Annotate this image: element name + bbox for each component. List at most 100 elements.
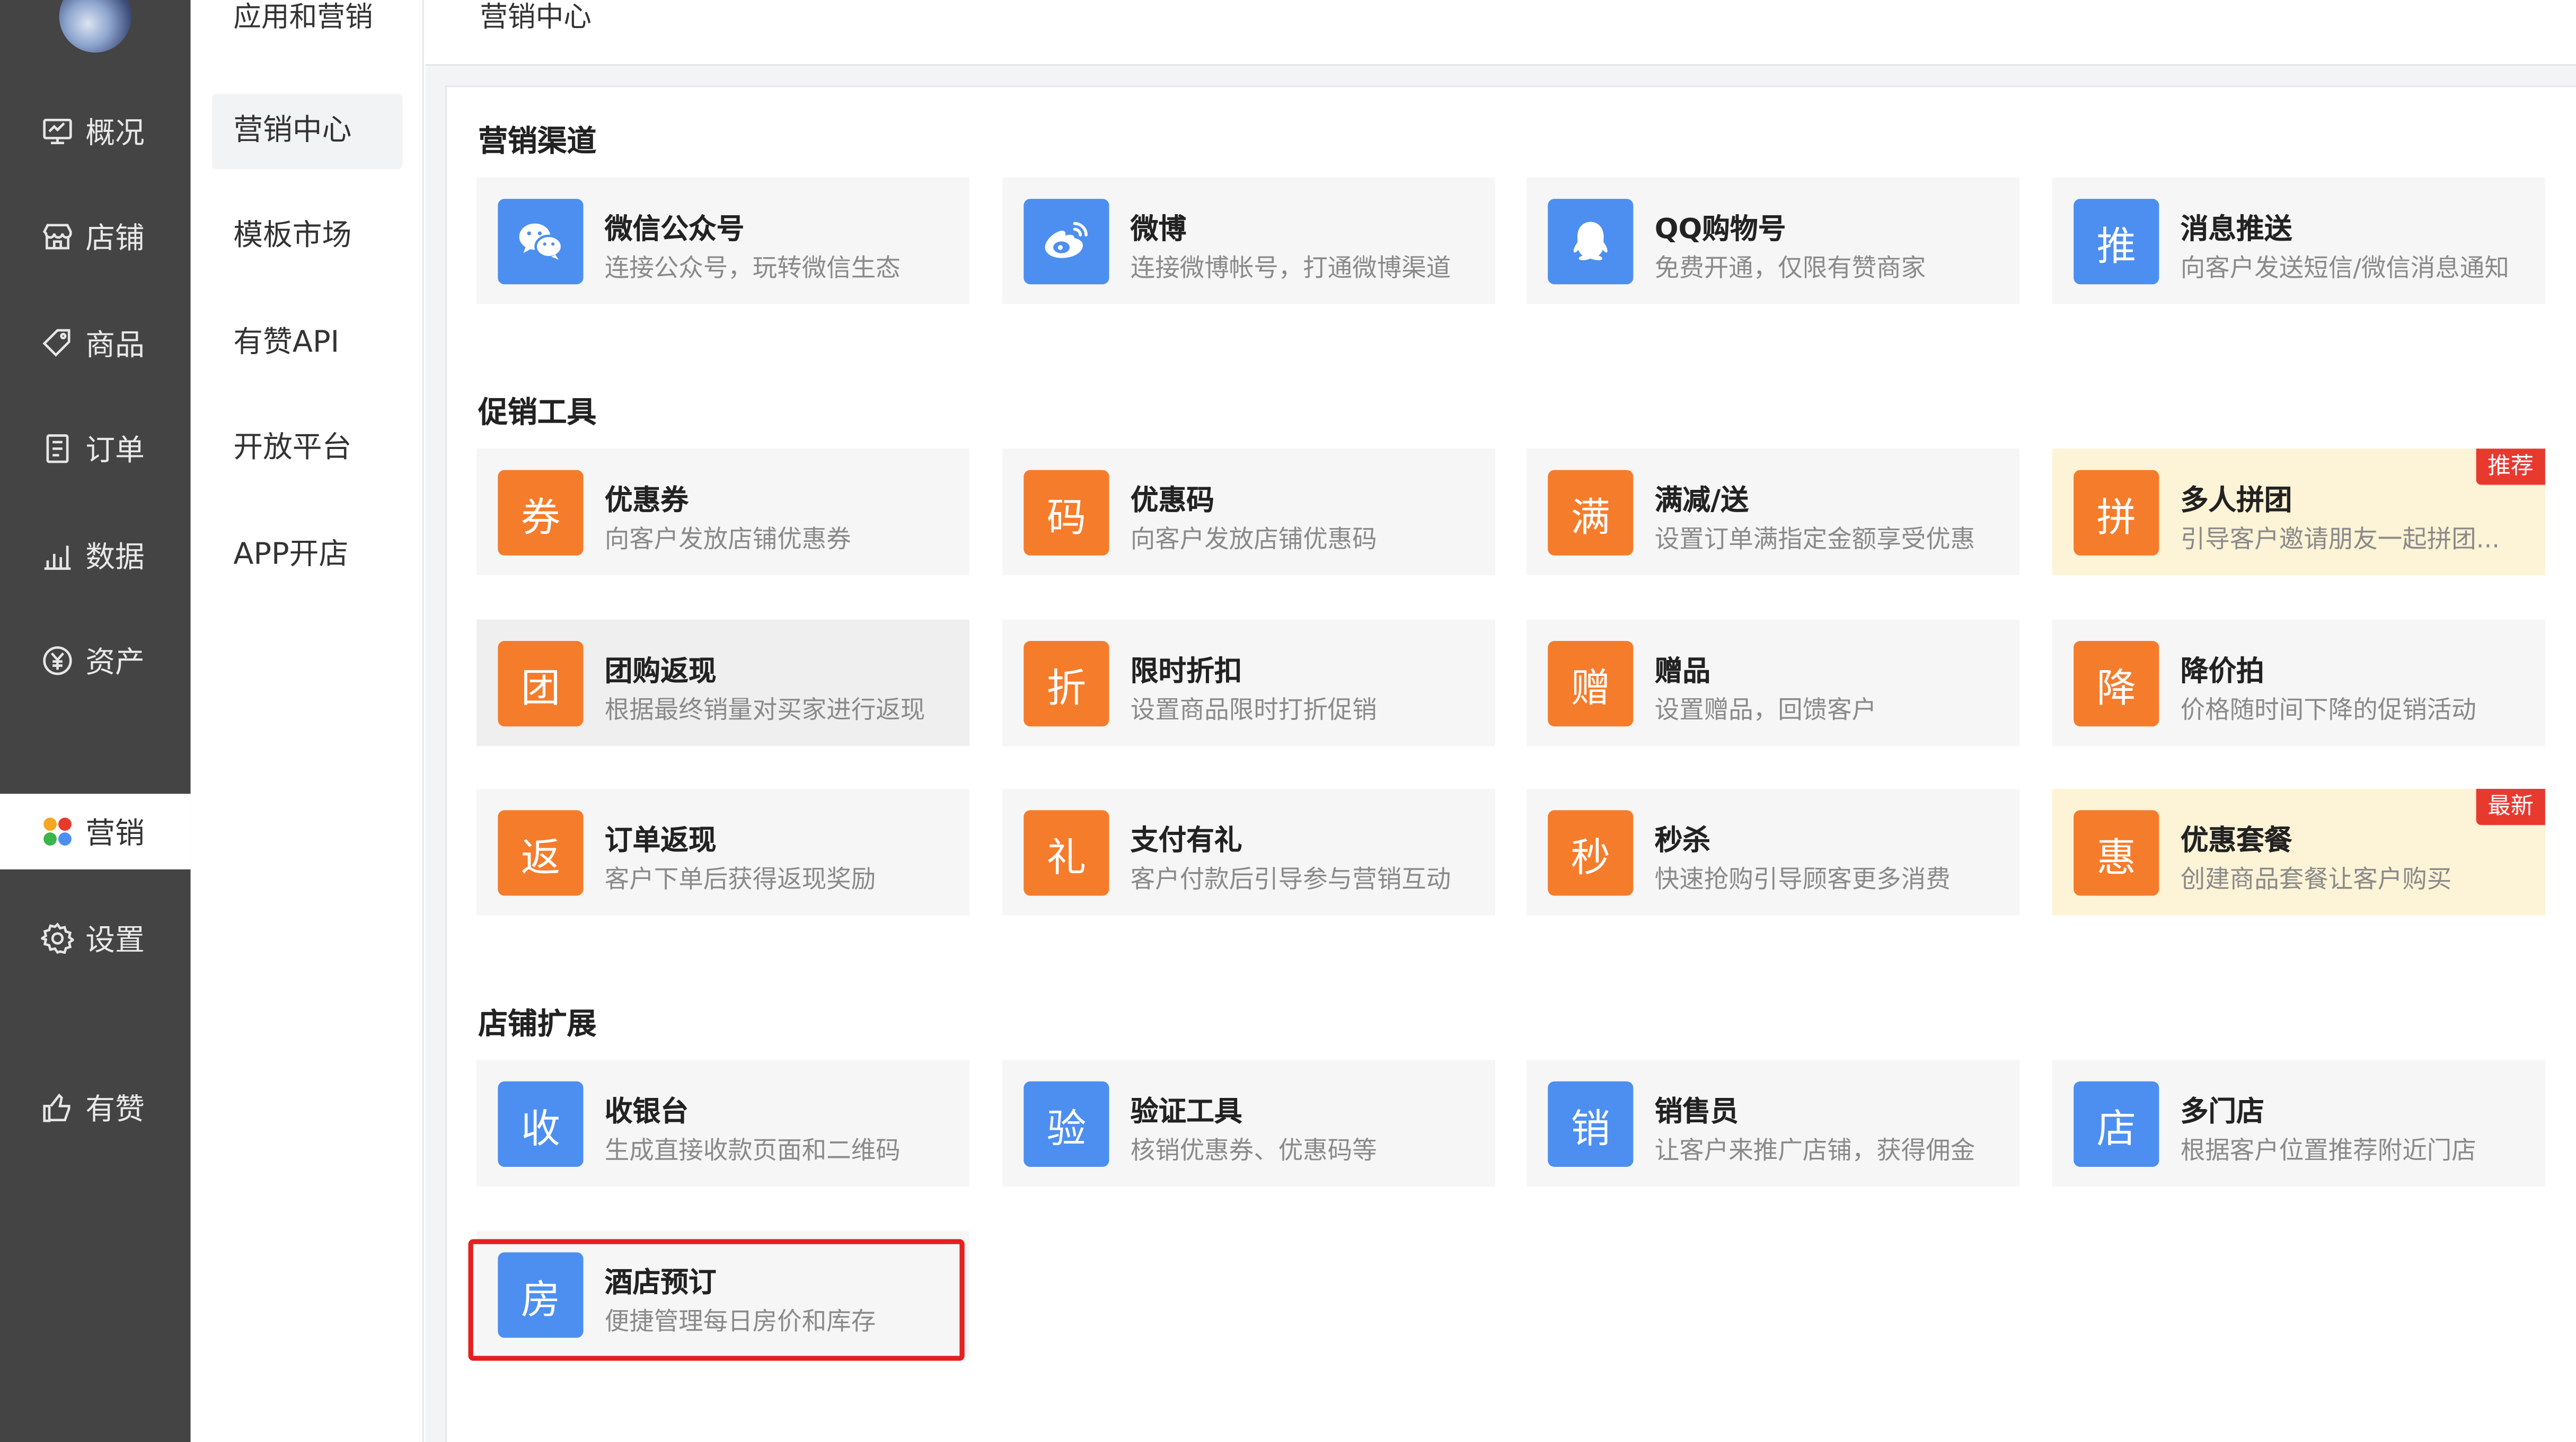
card-name: 赠品 <box>1654 655 1711 689</box>
main-content: 营销渠道 促销工具 店铺扩展 微信公众号 连接公众号，玩转微信生态 微博 连接微… <box>425 66 2576 1442</box>
subnav-item-template-market[interactable]: 模板市场 <box>212 199 403 275</box>
card-glyph: 店 <box>2074 1081 2159 1167</box>
bar-chart-icon <box>41 539 74 572</box>
card-glyph: 推 <box>2074 199 2159 285</box>
subnav-item-open-platform[interactable]: 开放平台 <box>212 411 403 487</box>
subnav-item-marketing-center[interactable]: 营销中心 <box>211 93 403 170</box>
card-price-drop-auction[interactable]: 降 降价拍 价格随时间下降的促销活动 <box>2052 619 2545 746</box>
nav-item-label: 概况 <box>85 117 145 152</box>
nav-item-assets[interactable]: 资产 <box>0 623 191 699</box>
card-desc: 客户下单后获得返现奖励 <box>604 864 876 894</box>
nav-item-settings[interactable]: 设置 <box>0 901 191 977</box>
card-qq-shopping[interactable]: QQ购物号 免费开通，仅限有赞商家 <box>1526 177 2019 304</box>
document-icon <box>41 432 74 465</box>
card-name: 优惠券 <box>604 485 689 518</box>
tag-icon <box>41 327 74 360</box>
nav-item-label: 设置 <box>85 924 145 959</box>
card-desc: 生成直接收款页面和二维码 <box>604 1136 901 1165</box>
main-sidebar: 概况 店铺 商品 订单 数据 资产 营销 设置 有赞 <box>0 0 191 1442</box>
card-glyph: 收 <box>498 1081 584 1167</box>
card-glyph: 降 <box>2074 641 2159 727</box>
subnav-title: 应用和营销 <box>233 2 373 35</box>
card-name: 降价拍 <box>2180 655 2264 689</box>
nav-item-overview[interactable]: 概况 <box>0 94 191 170</box>
nav-item-goods[interactable]: 商品 <box>0 306 191 382</box>
nav-item-store[interactable]: 店铺 <box>0 199 191 275</box>
nav-item-label: 商品 <box>85 329 145 364</box>
section-title-extensions: 店铺扩展 <box>478 1007 597 1042</box>
card-desc: 向客户发放店铺优惠码 <box>1130 524 1377 554</box>
card-glyph: 销 <box>1548 1081 1634 1167</box>
secondary-sidebar: 应用和营销 营销中心 模板市场 有赞API 开放平台 APP开店 <box>190 0 424 1442</box>
dashboard-icon <box>41 115 74 148</box>
card-salesperson[interactable]: 销 销售员 让客户来推广店铺，获得佣金 <box>1526 1060 2019 1187</box>
nav-item-marketing[interactable]: 营销 <box>0 794 191 869</box>
card-flash-sale[interactable]: 秒 秒杀 快速抢购引导顾客更多消费 <box>1526 789 2019 916</box>
card-glyph: 团 <box>498 641 584 727</box>
card-group-cashback[interactable]: 团 团购返现 根据最终销量对买家进行返现 <box>477 619 969 746</box>
card-bundle-deal[interactable]: 惠 优惠套餐 创建商品套餐让客户购买 最新 <box>2052 789 2545 916</box>
card-desc: 让客户来推广店铺，获得佣金 <box>1654 1136 1975 1165</box>
card-desc: 引导客户邀请朋友一起拼团... <box>2180 524 2500 554</box>
card-desc: 向客户发送短信/微信消息通知 <box>2180 253 2509 283</box>
subnav-item-youzan-api[interactable]: 有赞API <box>212 306 403 382</box>
card-glyph: 礼 <box>1024 810 1109 896</box>
card-multi-store[interactable]: 店 多门店 根据客户位置推荐附近门店 <box>2052 1060 2545 1187</box>
recommended-badge: 推荐 <box>2476 449 2545 485</box>
shop-avatar[interactable] <box>59 0 131 53</box>
nav-item-youzan[interactable]: 有赞 <box>0 1070 191 1146</box>
card-group-buy[interactable]: 拼 多人拼团 引导客户邀请朋友一起拼团... 推荐 <box>2052 449 2545 575</box>
card-order-cashback[interactable]: 返 订单返现 客户下单后获得返现奖励 <box>477 789 969 916</box>
card-desc: 根据最终销量对买家进行返现 <box>604 695 925 725</box>
card-name: 满减/送 <box>1654 485 1749 518</box>
card-name: 收银台 <box>604 1096 689 1129</box>
card-desc: 设置赠品，回馈客户 <box>1654 695 1877 725</box>
card-desc: 设置商品限时打折促销 <box>1130 695 1377 725</box>
card-name: 消息推送 <box>2180 214 2292 247</box>
nav-item-label: 有赞 <box>85 1093 145 1128</box>
card-verification-tool[interactable]: 验 验证工具 核销优惠券、优惠码等 <box>1002 1060 1495 1187</box>
breadcrumb: 营销中心 <box>480 2 592 35</box>
card-name: 优惠套餐 <box>2180 825 2292 858</box>
marketing-panel: 营销渠道 促销工具 店铺扩展 微信公众号 连接公众号，玩转微信生态 微博 连接微… <box>445 85 2576 1442</box>
nav-item-orders[interactable]: 订单 <box>0 411 191 487</box>
card-message-push[interactable]: 推 消息推送 向客户发送短信/微信消息通知 <box>2052 177 2545 304</box>
card-desc: 连接公众号，玩转微信生态 <box>604 253 901 283</box>
card-payment-gift[interactable]: 礼 支付有礼 客户付款后引导参与营销互动 <box>1002 789 1495 916</box>
card-coupon[interactable]: 券 优惠券 向客户发放店铺优惠券 <box>477 449 969 575</box>
card-limited-discount[interactable]: 折 限时折扣 设置商品限时打折促销 <box>1002 619 1495 746</box>
thumbs-up-icon <box>41 1091 74 1124</box>
card-name: 多人拼团 <box>2180 485 2292 518</box>
card-glyph: 返 <box>498 810 584 896</box>
store-icon <box>41 220 74 253</box>
card-desc: 免费开通，仅限有赞商家 <box>1654 253 1926 283</box>
card-glyph: 赠 <box>1548 641 1634 727</box>
card-desc: 核销优惠券、优惠码等 <box>1130 1136 1377 1165</box>
new-badge: 最新 <box>2476 789 2545 825</box>
card-coupon-code[interactable]: 码 优惠码 向客户发放店铺优惠码 <box>1002 449 1495 575</box>
card-glyph: 惠 <box>2074 810 2159 896</box>
section-title-channels: 营销渠道 <box>478 125 597 160</box>
nav-item-data[interactable]: 数据 <box>0 518 191 594</box>
card-name: 多门店 <box>2180 1096 2264 1129</box>
wechat-icon <box>498 199 584 285</box>
card-name: 秒杀 <box>1654 825 1711 858</box>
card-glyph: 拼 <box>2074 470 2159 556</box>
card-desc: 连接微博帐号，打通微博渠道 <box>1130 253 1451 283</box>
card-glyph: 折 <box>1024 641 1109 727</box>
card-name: 限时折扣 <box>1130 655 1242 689</box>
top-bar: 营销中心 <box>425 0 2576 66</box>
card-wechat-official-account[interactable]: 微信公众号 连接公众号，玩转微信生态 <box>477 177 969 304</box>
card-cashier[interactable]: 收 收银台 生成直接收款页面和二维码 <box>477 1060 969 1187</box>
nav-item-label: 营销 <box>85 816 145 851</box>
subnav-item-app-store[interactable]: APP开店 <box>212 518 403 594</box>
nav-item-label: 数据 <box>85 540 145 575</box>
card-full-reduction[interactable]: 满 满减/送 设置订单满指定金额享受优惠 <box>1526 449 2019 575</box>
card-desc: 根据客户位置推荐附近门店 <box>2180 1136 2476 1165</box>
card-name: 优惠码 <box>1130 485 1214 518</box>
gear-icon <box>41 922 74 955</box>
card-gift[interactable]: 赠 赠品 设置赠品，回馈客户 <box>1526 619 2019 746</box>
card-name: QQ购物号 <box>1654 214 1786 247</box>
card-weibo[interactable]: 微博 连接微博帐号，打通微博渠道 <box>1002 177 1495 304</box>
card-glyph: 券 <box>498 470 584 556</box>
